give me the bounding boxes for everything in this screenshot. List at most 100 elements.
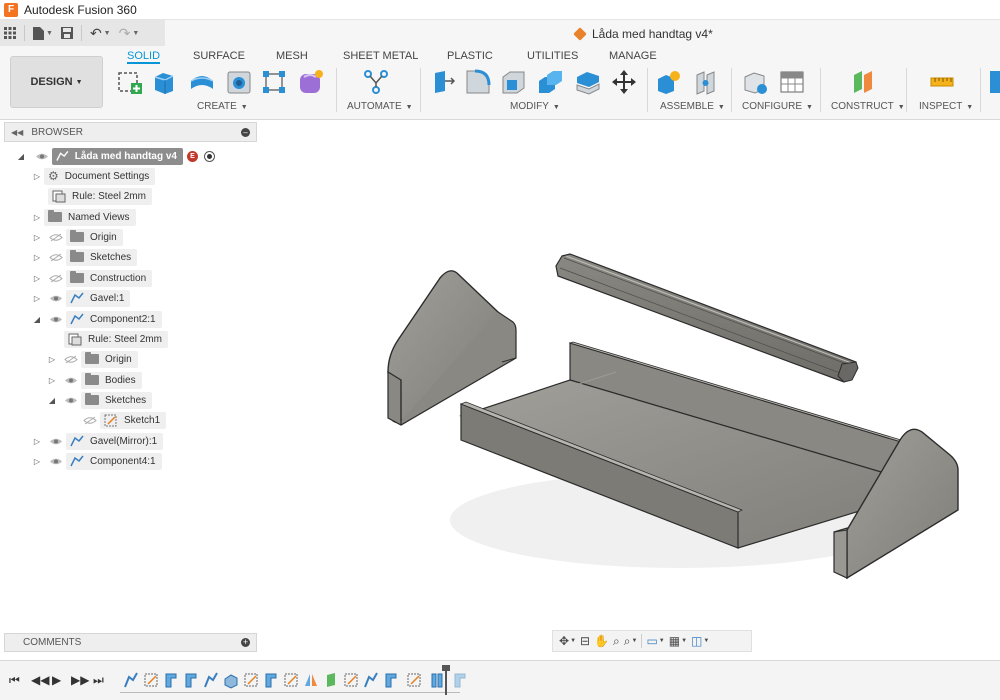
group-label-modify[interactable]: MODIFY ▼: [510, 101, 560, 112]
workspace-switcher[interactable]: DESIGN ▼: [10, 56, 103, 108]
timeline-sketch-icon[interactable]: [343, 671, 359, 689]
new-component-icon[interactable]: [656, 69, 682, 95]
collapse-triangle-icon[interactable]: ◢: [47, 396, 57, 405]
insert-icon[interactable]: [988, 69, 1000, 95]
tree-item-box[interactable]: Bodies: [81, 371, 142, 389]
form-icon[interactable]: [298, 69, 324, 95]
tree-item-box[interactable]: Component2:1: [66, 310, 162, 328]
expand-triangle-icon[interactable]: ▷: [32, 274, 42, 283]
timeline-component-icon[interactable]: [123, 671, 139, 689]
timeline-marker-icon[interactable]: [442, 665, 450, 695]
hidden-eye-icon[interactable]: [48, 232, 64, 242]
tree-item[interactable]: ▷ Named Views: [32, 208, 136, 226]
document-tab[interactable]: Låda med handtag v4*: [573, 24, 713, 44]
tree-root[interactable]: ◢ Låda med handtag v4 E: [16, 147, 215, 165]
step-back-icon[interactable]: ◀◀: [31, 673, 49, 687]
tree-item[interactable]: ▷ Origin: [47, 350, 138, 368]
left-end-plate[interactable]: [387, 270, 517, 426]
timeline-flange-icon[interactable]: [383, 671, 399, 689]
expand-triangle-icon[interactable]: ▷: [47, 355, 57, 364]
timeline-mirror-icon[interactable]: [303, 671, 319, 689]
group-label-automate[interactable]: AUTOMATE ▼: [347, 101, 413, 112]
create-sketch-icon[interactable]: [117, 69, 143, 95]
browser-header[interactable]: ◀◀ BROWSER –: [4, 122, 257, 142]
group-label-configure[interactable]: CONFIGURE ▼: [742, 101, 813, 112]
fillet-icon[interactable]: [465, 69, 491, 95]
tree-item[interactable]: ◢ Sketches: [47, 391, 153, 409]
tree-item-box[interactable]: Gavel:1: [66, 289, 131, 307]
expand-triangle-icon[interactable]: ▷: [32, 213, 42, 222]
tree-item[interactable]: ▷ Construction: [32, 269, 153, 287]
tree-item-box[interactable]: Rule: Steel 2mm: [64, 330, 168, 348]
revolve-icon[interactable]: [189, 69, 215, 95]
add-comment-icon[interactable]: +: [241, 638, 250, 647]
expand-triangle-icon[interactable]: ▷: [32, 253, 42, 262]
tree-item[interactable]: Sketch1: [72, 411, 167, 429]
tree-item-box[interactable]: Origin: [66, 228, 123, 246]
display-settings-button[interactable]: ▭ ▼: [646, 633, 664, 649]
timeline-body-icon[interactable]: [223, 671, 239, 689]
pattern-icon[interactable]: [261, 69, 287, 95]
expand-triangle-icon[interactable]: ▷: [32, 294, 42, 303]
undo-button[interactable]: ↶ ▼: [86, 22, 115, 44]
tab-sheet-metal[interactable]: SHEET METAL: [343, 50, 418, 64]
expand-triangle-icon[interactable]: ▷: [32, 457, 42, 466]
tree-item[interactable]: ▷ Gavel:1: [32, 289, 131, 307]
timeline-component-icon[interactable]: [363, 671, 379, 689]
hidden-eye-icon[interactable]: [48, 252, 64, 262]
press-pull-icon[interactable]: [429, 69, 455, 95]
tree-item-box[interactable]: Sketches: [81, 391, 153, 409]
app-grid-button[interactable]: [0, 22, 20, 44]
tab-surface[interactable]: SURFACE: [193, 50, 245, 64]
tree-item-box[interactable]: Named Views: [44, 208, 136, 226]
pan-button[interactable]: ✋: [594, 633, 609, 649]
tree-item-box[interactable]: Component4:1: [66, 452, 162, 470]
redo-button[interactable]: ↷ ▼: [115, 22, 144, 44]
tree-item[interactable]: ▷ Gavel(Mirror):1: [32, 432, 164, 450]
timeline-sketch-icon[interactable]: [143, 671, 159, 689]
save-button[interactable]: [57, 22, 77, 44]
group-label-create[interactable]: CREATE ▼: [197, 101, 248, 112]
file-menu-button[interactable]: ▼: [29, 22, 57, 44]
visibility-eye-icon[interactable]: [63, 375, 79, 385]
replace-face-icon[interactable]: [575, 69, 601, 95]
group-label-inspect[interactable]: INSPECT ▼: [919, 101, 973, 112]
group-label-assemble[interactable]: ASSEMBLE ▼: [660, 101, 725, 112]
timeline-sketch-icon[interactable]: [283, 671, 299, 689]
3d-viewport[interactable]: [260, 122, 1000, 657]
tree-item-box[interactable]: Sketch1: [100, 411, 167, 429]
grid-settings-button[interactable]: ▦ ▼: [669, 633, 687, 649]
timeline-flange-icon[interactable]: [183, 671, 199, 689]
timeline-sketch-icon[interactable]: [406, 671, 422, 689]
go-to-end-icon[interactable]: ⏭: [93, 673, 104, 688]
tab-solid[interactable]: SOLID: [127, 50, 161, 64]
timeline-flange-icon[interactable]: [263, 671, 279, 689]
collapse-triangle-icon[interactable]: ◢: [16, 152, 26, 161]
orbit-button[interactable]: ✥ ▼: [559, 633, 576, 649]
timeline-sketch-icon[interactable]: [243, 671, 259, 689]
visibility-eye-icon[interactable]: [34, 151, 50, 161]
minimize-icon[interactable]: –: [241, 128, 250, 137]
timeline-plane-icon[interactable]: [323, 671, 339, 689]
hole-icon[interactable]: [226, 69, 252, 95]
expand-triangle-icon[interactable]: ▷: [47, 376, 57, 385]
visibility-eye-icon[interactable]: [48, 436, 64, 446]
tree-item-box[interactable]: Sketches: [66, 248, 138, 266]
comments-panel[interactable]: COMMENTS +: [4, 633, 257, 652]
construct-plane-icon[interactable]: [850, 69, 876, 95]
zoom-button[interactable]: ⌕: [613, 633, 620, 649]
tab-manage[interactable]: MANAGE: [609, 50, 657, 64]
measure-icon[interactable]: [929, 69, 955, 95]
tree-item[interactable]: Rule: Steel 2mm: [42, 187, 152, 205]
tree-item-box[interactable]: Construction: [66, 269, 153, 287]
tree-item[interactable]: ▷ Component4:1: [32, 452, 162, 470]
expand-triangle-icon[interactable]: ▷: [32, 172, 42, 181]
expand-triangle-icon[interactable]: ▷: [32, 233, 42, 242]
collapse-panel-icon[interactable]: ◀◀: [11, 128, 23, 137]
collapse-triangle-icon[interactable]: ◢: [32, 315, 42, 324]
configuration-table-icon[interactable]: [779, 69, 805, 95]
timeline-component-icon[interactable]: [203, 671, 219, 689]
root-component[interactable]: Låda med handtag v4: [52, 147, 183, 165]
timeline-flange-icon[interactable]: [163, 671, 179, 689]
tree-item[interactable]: ◢ Component2:1: [32, 310, 162, 328]
